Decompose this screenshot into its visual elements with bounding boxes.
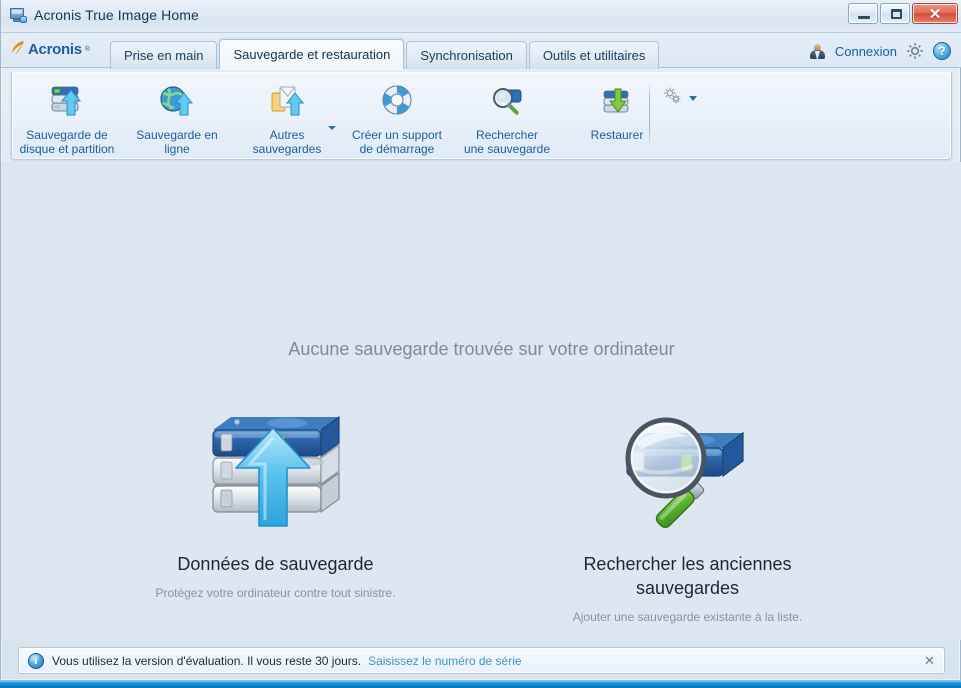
status-bar: i Vous utilisez la version d'évaluation.… <box>18 647 945 674</box>
close-button[interactable]: ✕ <box>912 3 958 24</box>
disk-stack-upload-icon <box>136 390 416 538</box>
close-icon: ✕ <box>928 5 942 23</box>
card-title: Rechercher les anciennes sauvegardes <box>583 554 792 598</box>
toolbar-button-online-backup[interactable]: Sauvegarde en ligne <box>122 78 232 156</box>
login-link[interactable]: Connexion <box>835 44 897 59</box>
card-subtitle: Protégez votre ordinateur contre tout si… <box>155 586 396 600</box>
tab-label: Outils et utilitaires <box>542 48 646 63</box>
tab-sauvegarde-et-restauration[interactable]: Sauvegarde et restauration <box>219 39 405 70</box>
toolbar-button-disk-backup[interactable]: Sauvegarde de disque et partition <box>12 78 122 156</box>
toolbar-separator <box>649 82 650 146</box>
gears-icon <box>662 86 684 111</box>
toolbar: Sauvegarde de disque et partition Sauveg… <box>11 72 952 160</box>
empty-state-headline: Aucune sauvegarde trouvée sur votre ordi… <box>288 339 675 359</box>
action-cards: Données de sauvegarde Protégez votre ord… <box>1 390 961 625</box>
search-backup-icon <box>484 81 530 123</box>
acronis-swoosh-icon <box>11 40 25 58</box>
chevron-down-icon[interactable] <box>328 126 336 130</box>
toolbar-items: Sauvegarde de disque et partition Sauveg… <box>12 78 672 156</box>
info-icon: i <box>28 652 44 669</box>
enter-serial-link[interactable]: Saisissez le numéro de série <box>368 654 521 668</box>
toolbar-button-label: Sauvegarde en ligne <box>136 128 218 156</box>
toolbar-button-label: Autres sauvegardes <box>252 128 322 156</box>
chevron-down-icon[interactable] <box>689 96 697 101</box>
tab-synchronisation[interactable]: Synchronisation <box>406 41 527 69</box>
monitor-icon <box>10 7 27 23</box>
close-icon[interactable]: ✕ <box>922 653 937 668</box>
rescue-media-icon <box>374 81 420 123</box>
tab-label: Synchronisation <box>420 48 513 63</box>
online-backup-icon <box>154 81 200 123</box>
help-icon[interactable]: ? <box>933 42 951 60</box>
info-glyph: i <box>34 654 38 667</box>
minimize-button[interactable] <box>848 3 878 24</box>
toolbar-button-label: Sauvegarde de disque et partition <box>19 128 115 156</box>
other-backups-icon <box>264 81 310 123</box>
window-controls: ✕ <box>848 3 958 24</box>
magnifier-disk-icon <box>548 390 828 538</box>
acronis-registered-mark: ® <box>84 45 90 53</box>
user-icon <box>809 43 826 59</box>
card-backup-data[interactable]: Données de sauvegarde Protégez votre ord… <box>136 390 416 625</box>
window-title: Acronis True Image Home <box>34 7 199 23</box>
disk-backup-icon <box>44 81 90 123</box>
maximize-button[interactable] <box>880 3 910 24</box>
account-area: Connexion ? <box>809 42 951 60</box>
toolbar-overflow-button[interactable] <box>662 86 697 111</box>
tab-label: Prise en main <box>124 48 204 63</box>
tab-prise-en-main[interactable]: Prise en main <box>110 41 218 69</box>
card-subtitle: Ajouter une sauvegarde existante à la li… <box>572 610 803 624</box>
acronis-wordmark: Acronis <box>28 40 82 58</box>
card-search-old-backups[interactable]: Rechercher les anciennes sauvegardes Ajo… <box>548 390 828 625</box>
taskbar <box>0 681 961 688</box>
status-message: Vous utilisez la version d'évaluation. I… <box>52 653 362 668</box>
main-content: Aucune sauvegarde trouvée sur votre ordi… <box>1 162 961 640</box>
tab-label: Sauvegarde et restauration <box>233 47 391 62</box>
toolbar-button-rescue-media[interactable]: Créer un support de démarrage <box>342 78 452 156</box>
toolbar-button-search-backup[interactable]: Rechercher une sauvegarde <box>452 78 562 156</box>
tab-strip: Acronis ® Prise en main Sauvegarde et re… <box>1 33 961 70</box>
toolbar-button-label: Créer un support de démarrage <box>351 128 443 156</box>
toolbar-button-label: Restaurer <box>590 128 644 142</box>
toolbar-button-other-backups[interactable]: Autres sauvegardes <box>232 78 342 156</box>
tab-list: Prise en main Sauvegarde et restauration… <box>110 39 661 70</box>
toolbar-button-label: Rechercher une sauvegarde <box>463 128 551 156</box>
tab-outils-et-utilitaires[interactable]: Outils et utilitaires <box>528 41 660 69</box>
help-glyph: ? <box>938 44 946 58</box>
restore-icon <box>594 81 640 123</box>
title-bar-left: Acronis True Image Home <box>10 7 199 23</box>
gear-icon[interactable] <box>906 42 924 60</box>
card-title: Données de sauvegarde <box>177 554 374 574</box>
toolbar-button-restore[interactable]: Restaurer <box>562 78 672 142</box>
acronis-logo: Acronis ® <box>11 40 90 58</box>
application-window: Acronis True Image Home ✕ Acronis ® Pris… <box>0 0 961 681</box>
title-bar: Acronis True Image Home ✕ <box>1 0 961 33</box>
